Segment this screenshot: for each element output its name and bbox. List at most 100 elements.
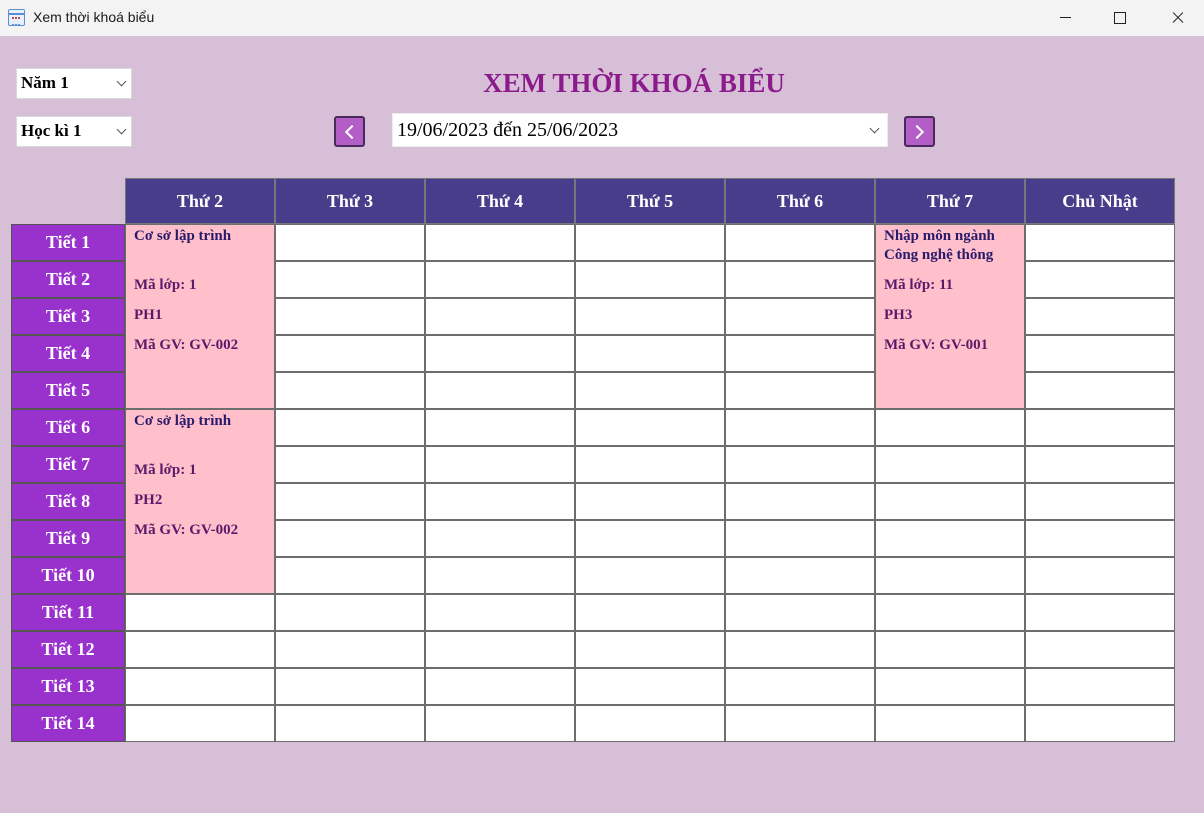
week-select[interactable]: 19/06/2023 đến 25/06/2023 — [392, 113, 888, 147]
timetable-cell[interactable] — [875, 446, 1025, 483]
week-select-value: 19/06/2023 đến 25/06/2023 — [397, 119, 619, 141]
course-teacher: Mã GV: GV-002 — [134, 522, 239, 538]
timetable-cell[interactable] — [1025, 631, 1175, 668]
timetable-cell[interactable] — [725, 261, 875, 298]
timetable-cell[interactable] — [425, 372, 575, 409]
timetable-cell[interactable] — [875, 668, 1025, 705]
timetable-cell[interactable] — [575, 409, 725, 446]
timetable-cell[interactable] — [575, 335, 725, 372]
period-label: Tiết 10 — [11, 557, 125, 594]
timetable-cell[interactable] — [425, 409, 575, 446]
timetable-cell[interactable] — [575, 298, 725, 335]
timetable-cell[interactable] — [725, 631, 875, 668]
timetable-cell[interactable] — [575, 483, 725, 520]
timetable-cell[interactable] — [1025, 409, 1175, 446]
next-week-button[interactable] — [904, 116, 935, 147]
timetable-cell[interactable] — [425, 446, 575, 483]
timetable-cell[interactable] — [425, 520, 575, 557]
timetable-cell[interactable] — [1025, 446, 1175, 483]
timetable-cell[interactable] — [1025, 372, 1175, 409]
timetable-cell[interactable] — [575, 372, 725, 409]
course-block[interactable]: Nhập môn ngành Công nghệ thông Mã lớp: 11… — [875, 224, 1025, 409]
timetable-cell[interactable] — [875, 705, 1025, 742]
timetable-cell[interactable] — [1025, 557, 1175, 594]
timetable-cell[interactable] — [875, 409, 1025, 446]
timetable-cell[interactable] — [275, 446, 425, 483]
period-label: Tiết 2 — [11, 261, 125, 298]
maximize-icon[interactable] — [1096, 0, 1142, 36]
minimize-icon[interactable] — [1042, 0, 1088, 36]
timetable-cell[interactable] — [725, 668, 875, 705]
timetable-cell[interactable] — [125, 705, 275, 742]
timetable-cell[interactable] — [125, 631, 275, 668]
timetable-cell[interactable] — [425, 483, 575, 520]
timetable-cell[interactable] — [425, 261, 575, 298]
timetable-cell[interactable] — [875, 557, 1025, 594]
timetable-cell[interactable] — [425, 594, 575, 631]
timetable-cell[interactable] — [275, 557, 425, 594]
timetable-cell[interactable] — [425, 668, 575, 705]
timetable-cell[interactable] — [275, 520, 425, 557]
course-block[interactable]: Cơ sở lập trình Mã lớp: 1 PH2 Mã GV: GV-002 — [125, 409, 275, 594]
timetable-cell[interactable] — [275, 594, 425, 631]
timetable-cell[interactable] — [425, 631, 575, 668]
timetable-cell[interactable] — [1025, 594, 1175, 631]
timetable-cell[interactable] — [725, 557, 875, 594]
timetable-cell[interactable] — [275, 409, 425, 446]
timetable-cell[interactable] — [725, 705, 875, 742]
timetable-cell[interactable] — [275, 298, 425, 335]
timetable-cell[interactable] — [275, 483, 425, 520]
semester-select[interactable]: Học kì 1 — [16, 116, 132, 147]
timetable-cell[interactable] — [875, 594, 1025, 631]
timetable-cell[interactable] — [725, 446, 875, 483]
timetable-cell[interactable] — [275, 372, 425, 409]
timetable-cell[interactable] — [575, 224, 725, 261]
timetable-cell[interactable] — [425, 335, 575, 372]
timetable-cell[interactable] — [1025, 705, 1175, 742]
timetable-cell[interactable] — [575, 705, 725, 742]
timetable-cell[interactable] — [275, 224, 425, 261]
timetable-cell[interactable] — [425, 224, 575, 261]
timetable-cell[interactable] — [1025, 224, 1175, 261]
timetable-cell[interactable] — [1025, 261, 1175, 298]
timetable-cell[interactable] — [275, 335, 425, 372]
timetable-cell[interactable] — [575, 446, 725, 483]
course-block[interactable]: Cơ sở lập trình Mã lớp: 1 PH1 Mã GV: GV-002 — [125, 224, 275, 409]
timetable-cell[interactable] — [275, 668, 425, 705]
timetable-cell[interactable] — [275, 261, 425, 298]
period-label: Tiết 6 — [11, 409, 125, 446]
timetable-cell[interactable] — [1025, 668, 1175, 705]
period-label: Tiết 14 — [11, 705, 125, 742]
timetable-cell[interactable] — [725, 483, 875, 520]
timetable-cell[interactable] — [125, 594, 275, 631]
timetable-cell[interactable] — [1025, 335, 1175, 372]
timetable-cell[interactable] — [575, 631, 725, 668]
timetable-cell[interactable] — [275, 705, 425, 742]
timetable-cell[interactable] — [1025, 520, 1175, 557]
timetable-cell[interactable] — [725, 520, 875, 557]
previous-week-button[interactable] — [334, 116, 365, 147]
timetable-cell[interactable] — [875, 631, 1025, 668]
timetable-cell[interactable] — [575, 594, 725, 631]
timetable-cell[interactable] — [875, 520, 1025, 557]
timetable-cell[interactable] — [725, 224, 875, 261]
timetable-cell[interactable] — [1025, 483, 1175, 520]
timetable-cell[interactable] — [575, 520, 725, 557]
timetable-cell[interactable] — [725, 594, 875, 631]
day-header: Thứ 6 — [725, 178, 875, 224]
timetable-cell[interactable] — [725, 372, 875, 409]
timetable-cell[interactable] — [425, 705, 575, 742]
timetable-cell[interactable] — [725, 409, 875, 446]
timetable-cell[interactable] — [575, 557, 725, 594]
timetable-cell[interactable] — [875, 483, 1025, 520]
timetable-cell[interactable] — [1025, 298, 1175, 335]
timetable-cell[interactable] — [575, 261, 725, 298]
timetable-cell[interactable] — [575, 668, 725, 705]
timetable-cell[interactable] — [275, 631, 425, 668]
close-icon[interactable] — [1155, 0, 1201, 36]
timetable-cell[interactable] — [425, 557, 575, 594]
timetable-cell[interactable] — [725, 298, 875, 335]
timetable-cell[interactable] — [425, 298, 575, 335]
timetable-cell[interactable] — [725, 335, 875, 372]
timetable-cell[interactable] — [125, 668, 275, 705]
